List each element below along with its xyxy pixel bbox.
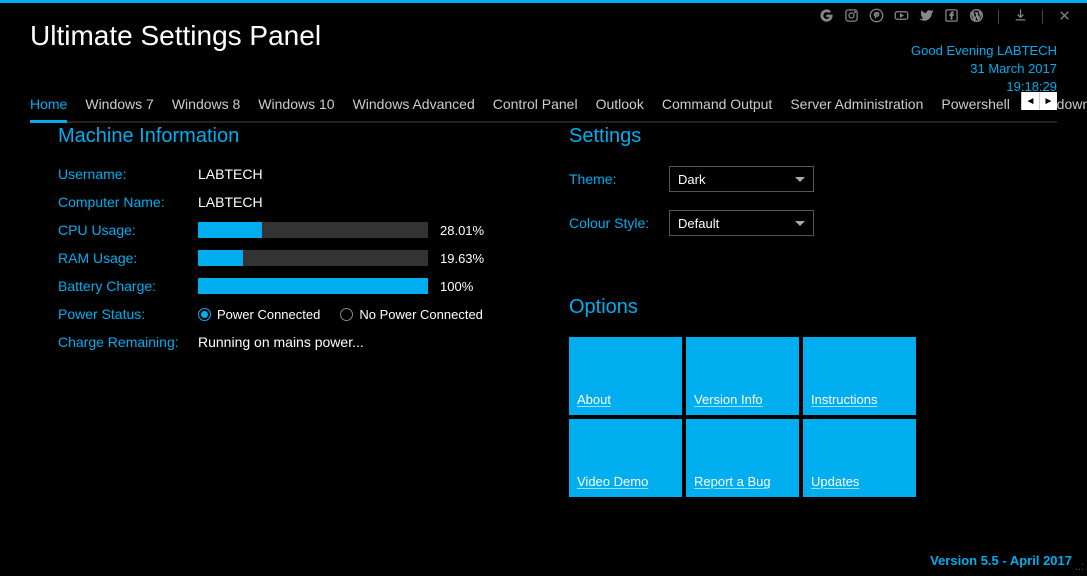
battery-value: 100% xyxy=(440,279,473,294)
footer-version: Version 5.5 - April 2017 xyxy=(930,553,1072,568)
settings-title: Settings xyxy=(569,125,1029,148)
app-title: Ultimate Settings Panel xyxy=(30,20,321,52)
separator xyxy=(1042,10,1043,24)
ram-usage-value: 19.63% xyxy=(440,251,484,266)
colour-style-label: Colour Style: xyxy=(569,215,669,231)
tab-windows7[interactable]: Windows 7 xyxy=(85,92,153,121)
tile-video-demo[interactable]: Video Demo xyxy=(569,419,682,497)
power-connected-radio[interactable]: Power Connected xyxy=(198,307,320,322)
tab-prev-button[interactable]: ◄ xyxy=(1021,92,1039,110)
cpu-usage-bar xyxy=(198,222,428,238)
battery-label: Battery Charge: xyxy=(58,278,198,294)
power-status-label: Power Status: xyxy=(58,306,198,322)
chevron-down-icon xyxy=(795,177,805,182)
top-accent-bar xyxy=(0,0,1087,3)
battery-bar xyxy=(198,278,428,294)
wordpress-icon[interactable] xyxy=(969,8,984,26)
charge-remaining-label: Charge Remaining: xyxy=(58,334,198,350)
date-text: 31 March 2017 xyxy=(911,60,1057,78)
computer-name-label: Computer Name: xyxy=(58,194,198,210)
instagram-icon[interactable] xyxy=(844,8,859,26)
tab-powershell[interactable]: Powershell xyxy=(941,92,1009,121)
pinterest-icon[interactable] xyxy=(869,8,884,26)
greeting-text: Good Evening LABTECH xyxy=(911,42,1057,60)
username-value: LABTECH xyxy=(198,166,263,182)
ram-usage-label: RAM Usage: xyxy=(58,250,198,266)
tile-about[interactable]: About xyxy=(569,337,682,415)
colour-style-value: Default xyxy=(678,216,719,231)
theme-label: Theme: xyxy=(569,171,669,187)
twitter-icon[interactable] xyxy=(919,8,934,26)
tab-windows10[interactable]: Windows 10 xyxy=(258,92,334,121)
youtube-icon[interactable] xyxy=(894,8,909,26)
colour-style-dropdown[interactable]: Default xyxy=(669,210,814,236)
header-info: Good Evening LABTECH 31 March 2017 19:18… xyxy=(911,42,1057,97)
facebook-icon[interactable] xyxy=(944,8,959,26)
computer-name-value: LABTECH xyxy=(198,194,263,210)
close-icon[interactable] xyxy=(1057,8,1072,26)
tab-nav: ◄ ► xyxy=(1021,92,1057,110)
tile-report-bug[interactable]: Report a Bug xyxy=(686,419,799,497)
tab-windows-advanced[interactable]: Windows Advanced xyxy=(353,92,475,121)
power-connected-label: Power Connected xyxy=(217,307,320,322)
tab-home[interactable]: Home xyxy=(30,92,67,123)
chevron-down-icon xyxy=(795,221,805,226)
ram-usage-bar xyxy=(198,250,428,266)
tile-updates[interactable]: Updates xyxy=(803,419,916,497)
options-title: Options xyxy=(569,296,1029,319)
tab-outlook[interactable]: Outlook xyxy=(596,92,644,121)
username-label: Username: xyxy=(58,166,198,182)
tab-windows8[interactable]: Windows 8 xyxy=(172,92,240,121)
cpu-usage-value: 28.01% xyxy=(440,223,484,238)
resize-grip-icon[interactable]: ..: xyxy=(1075,561,1084,573)
cpu-usage-label: CPU Usage: xyxy=(58,222,198,238)
tabs-bar: Home Windows 7 Windows 8 Windows 10 Wind… xyxy=(30,92,1057,123)
tab-command-output[interactable]: Command Output xyxy=(662,92,773,121)
separator xyxy=(998,10,999,24)
download-icon[interactable] xyxy=(1013,8,1028,26)
theme-value: Dark xyxy=(678,172,705,187)
machine-info-title: Machine Information xyxy=(58,125,529,148)
theme-dropdown[interactable]: Dark xyxy=(669,166,814,192)
window-controls xyxy=(819,8,1072,26)
google-icon[interactable] xyxy=(819,8,834,26)
charge-remaining-value: Running on mains power... xyxy=(198,334,364,350)
tile-version-info[interactable]: Version Info xyxy=(686,337,799,415)
no-power-radio[interactable]: No Power Connected xyxy=(340,307,483,322)
tab-server-admin[interactable]: Server Administration xyxy=(790,92,923,121)
tab-next-button[interactable]: ► xyxy=(1039,92,1057,110)
no-power-label: No Power Connected xyxy=(359,307,483,322)
tile-instructions[interactable]: Instructions xyxy=(803,337,916,415)
tab-control-panel[interactable]: Control Panel xyxy=(493,92,578,121)
